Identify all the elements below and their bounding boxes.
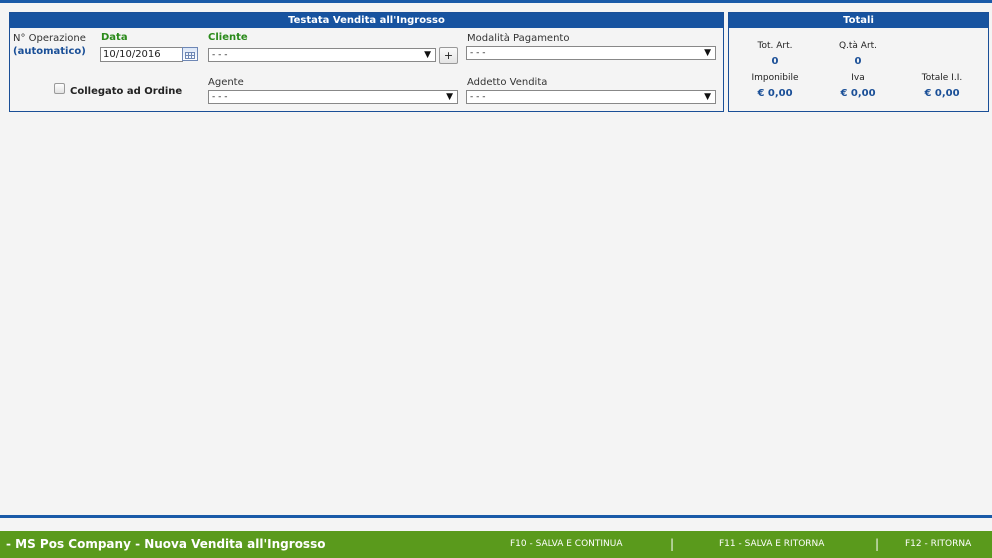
- totali-panel: Totali Tot. Art. 0 Q.tà Art. 0 Imponibil…: [728, 12, 989, 112]
- footer-separator: |: [875, 537, 880, 551]
- totale-ii-label: Totale I.I.: [921, 73, 963, 83]
- iva-label: Iva: [851, 73, 865, 83]
- cliente-label: Cliente: [208, 32, 248, 43]
- tot-art-label: Tot. Art.: [757, 41, 793, 51]
- qta-art-value: 0: [854, 56, 862, 67]
- agente-select-value: - - -: [212, 92, 228, 102]
- totali-panel-title: Totali: [729, 13, 988, 28]
- imponibile-value: € 0,00: [757, 88, 793, 99]
- footer-separator: |: [670, 537, 675, 551]
- addetto-vendita-select[interactable]: - - - ▼: [466, 90, 716, 104]
- agente-label: Agente: [208, 77, 244, 88]
- footer-bar: - MS Pos Company - Nuova Vendita all'Ing…: [0, 531, 992, 558]
- modalita-pagamento-value: - - -: [470, 48, 486, 58]
- qta-art-label: Q.tà Art.: [838, 41, 878, 51]
- modalita-pagamento-label: Modalità Pagamento: [467, 33, 570, 44]
- agente-select[interactable]: - - - ▼: [208, 90, 458, 104]
- calendar-icon[interactable]: [182, 47, 198, 61]
- chevron-down-icon: ▼: [424, 50, 431, 60]
- modalita-pagamento-select[interactable]: - - - ▼: [466, 46, 716, 60]
- f10-salva-continua-button[interactable]: F10 - SALVA E CONTINUA: [510, 539, 623, 549]
- add-cliente-button[interactable]: +: [439, 47, 458, 64]
- totale-ii-value: € 0,00: [924, 88, 960, 99]
- top-border-line: [0, 0, 992, 3]
- f11-salva-ritorna-button[interactable]: F11 - SALVA E RITORNA: [719, 539, 824, 549]
- cliente-select-value: - - -: [212, 50, 228, 60]
- data-label: Data: [101, 32, 128, 43]
- addetto-vendita-label: Addetto Vendita: [467, 77, 548, 88]
- testata-panel-title: Testata Vendita all'Ingrosso: [10, 13, 723, 28]
- cliente-select[interactable]: - - - ▼: [208, 48, 436, 62]
- bottom-border-line: [0, 515, 992, 518]
- operazione-value: (automatico): [13, 46, 86, 57]
- testata-panel: Testata Vendita all'Ingrosso N° Operazio…: [9, 12, 724, 112]
- chevron-down-icon: ▼: [446, 92, 453, 102]
- operazione-label: N° Operazione: [13, 33, 86, 44]
- data-input[interactable]: 10/10/2016: [100, 47, 183, 62]
- collegato-ordine-checkbox[interactable]: [54, 83, 65, 94]
- tot-art-value: 0: [771, 56, 779, 67]
- addetto-vendita-value: - - -: [470, 92, 486, 102]
- imponibile-label: Imponibile: [751, 73, 799, 83]
- footer-title: - MS Pos Company - Nuova Vendita all'Ing…: [6, 537, 326, 551]
- iva-value: € 0,00: [840, 88, 876, 99]
- f12-ritorna-button[interactable]: F12 - RITORNA: [905, 539, 971, 549]
- chevron-down-icon: ▼: [704, 92, 711, 102]
- chevron-down-icon: ▼: [704, 48, 711, 58]
- collegato-ordine-label: Collegato ad Ordine: [70, 86, 183, 97]
